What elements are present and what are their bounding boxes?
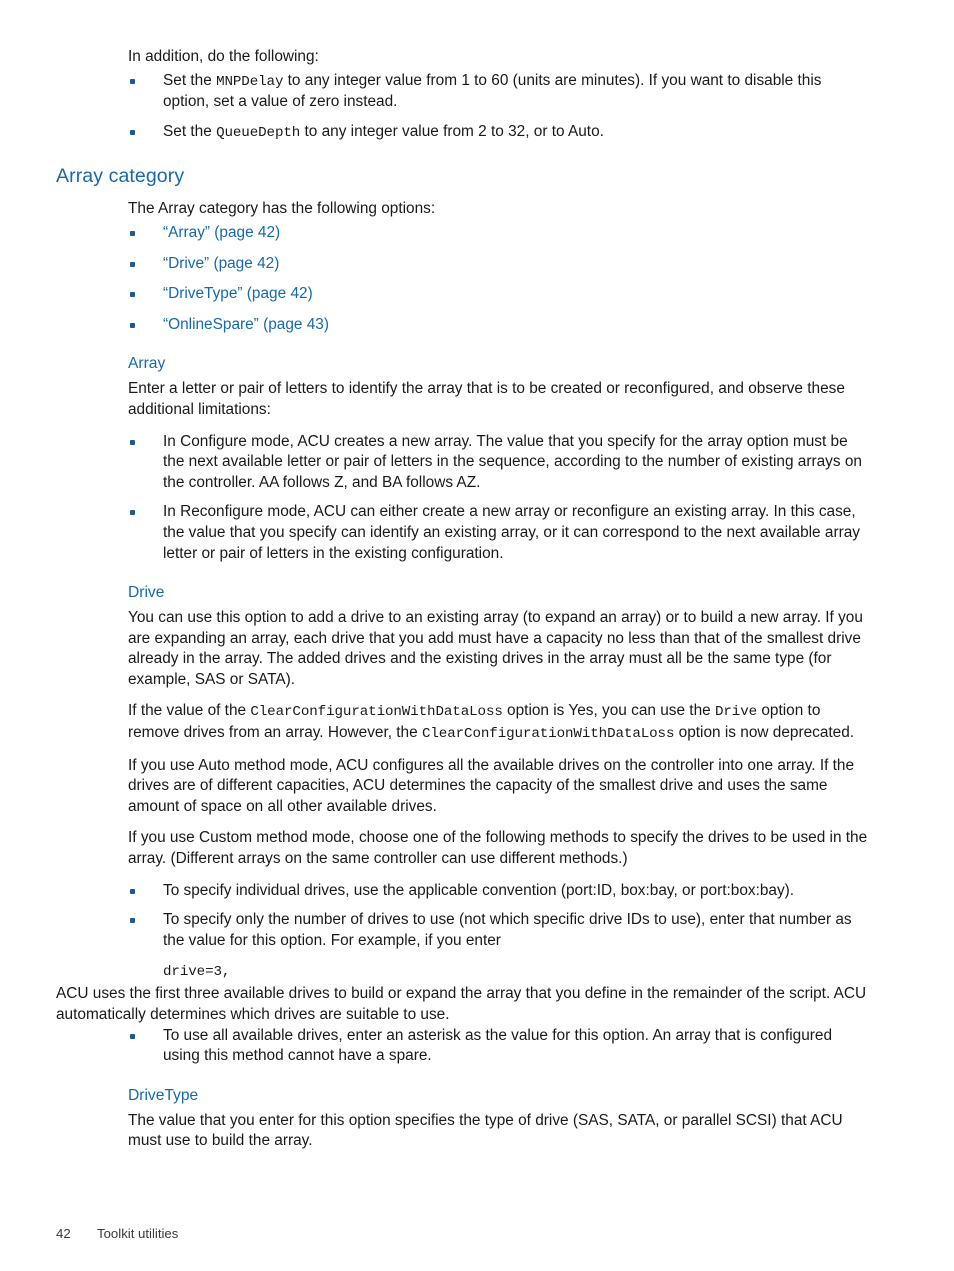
- bullet-dot-icon: [130, 510, 135, 516]
- list-item: To use all available drives, enter an as…: [128, 1026, 868, 1067]
- drive-p2-text-4: option is now deprecated.: [674, 724, 855, 742]
- xref-link-drive[interactable]: “Drive” (page 42): [163, 255, 279, 272]
- inline-code-mnpdelay: MNPDelay: [216, 73, 284, 90]
- drive-paragraph-1: You can use this option to add a drive t…: [128, 609, 863, 688]
- array-intro-paragraph: Enter a letter or pair of letters to ide…: [128, 380, 845, 418]
- list-item: “Array” (page 42): [128, 223, 868, 244]
- array-bullet-list: In Configure mode, ACU creates a new arr…: [56, 432, 868, 565]
- drive-method-bullet-list-2: To use all available drives, enter an as…: [56, 1026, 868, 1067]
- list-item: In Configure mode, ACU creates a new arr…: [128, 432, 868, 494]
- section-lead-paragraph: The Array category has the following opt…: [128, 200, 436, 218]
- bullet-dot-icon: [130, 918, 135, 924]
- bullet-dot-icon: [130, 439, 135, 445]
- list-item: “OnlineSpare” (page 43): [128, 315, 868, 336]
- bullet-dot-icon: [130, 888, 135, 894]
- drive-p2-text-2: option is Yes, you can use the: [502, 702, 715, 720]
- drive-bullet2-continuation: ACU uses the first three available drive…: [56, 985, 867, 1023]
- bullet-text-pre: Set the: [163, 122, 217, 140]
- bullet-text: In Reconfigure mode, ACU can either crea…: [163, 503, 860, 562]
- document-page: In addition, do the following: Set the M…: [0, 0, 954, 1271]
- bullet-dot-icon: [130, 230, 135, 236]
- page-footer: 42 Toolkit utilities: [56, 1225, 868, 1242]
- intro-bullet-list: Set the MNPDelay to any integer value fr…: [56, 71, 868, 144]
- intro-paragraph: In addition, do the following:: [128, 48, 319, 65]
- list-item: Set the QueueDepth to any integer value …: [128, 122, 868, 144]
- code-block-drive-equals-3: drive=3,: [163, 962, 868, 980]
- xref-link-array[interactable]: “Array” (page 42): [163, 224, 280, 241]
- subsection-heading-drive: Drive: [128, 584, 165, 602]
- list-item: In Reconfigure mode, ACU can either crea…: [128, 502, 868, 564]
- list-item: To specify individual drives, use the ap…: [128, 881, 868, 902]
- xref-link-drivetype[interactable]: “DriveType” (page 42): [163, 285, 313, 302]
- list-item: Set the MNPDelay to any integer value fr…: [128, 71, 868, 113]
- bullet-dot-icon: [130, 1033, 135, 1039]
- inline-code-clearconfig-1: ClearConfigurationWithDataLoss: [250, 704, 503, 721]
- code-text: drive=3,: [163, 964, 231, 981]
- bullet-text: To specify individual drives, use the ap…: [163, 881, 795, 899]
- bullet-dot-icon: [130, 322, 135, 328]
- bullet-text-pre: Set the: [163, 71, 217, 89]
- bullet-dot-icon: [130, 78, 135, 84]
- subsection-heading-array: Array: [128, 355, 166, 373]
- footer-page-number: 42: [56, 1226, 71, 1241]
- drive-paragraph-3: If you use Auto method mode, ACU configu…: [128, 756, 855, 815]
- drive-method-bullet-list: To specify individual drives, use the ap…: [56, 881, 868, 952]
- list-item: “Drive” (page 42): [128, 254, 868, 275]
- section-heading-array-category: Array category: [56, 165, 185, 188]
- bullet-text: To specify only the number of drives to …: [163, 911, 852, 949]
- bullet-text: In Configure mode, ACU creates a new arr…: [163, 432, 862, 491]
- drivetype-paragraph: The value that you enter for this option…: [128, 1111, 843, 1150]
- xref-link-onlinespare[interactable]: “OnlineSpare” (page 43): [163, 316, 329, 333]
- subsection-heading-drivetype: DriveType: [128, 1086, 199, 1104]
- inline-code-clearconfig-2: ClearConfigurationWithDataLoss: [421, 726, 675, 743]
- footer-chapter-title: Toolkit utilities: [97, 1226, 179, 1241]
- list-item: “DriveType” (page 42): [128, 284, 868, 305]
- inline-code-drive: Drive: [714, 704, 758, 721]
- list-item: To specify only the number of drives to …: [128, 910, 868, 951]
- bullet-text-post: to any integer value from 2 to 32, or to…: [300, 122, 604, 140]
- bullet-dot-icon: [130, 129, 135, 135]
- bullet-dot-icon: [130, 261, 135, 267]
- drive-p2-text-1: If the value of the: [128, 702, 251, 720]
- section-link-list: “Array” (page 42) “Drive” (page 42) “Dri…: [56, 223, 868, 335]
- drive-paragraph-2: If the value of the ClearConfigurationWi…: [128, 701, 868, 744]
- bullet-text: To use all available drives, enter an as…: [163, 1026, 833, 1065]
- inline-code-queuedepth: QueueDepth: [216, 124, 301, 141]
- page-content: In addition, do the following: Set the M…: [56, 47, 868, 1163]
- bullet-dot-icon: [130, 292, 135, 298]
- drive-paragraph-4: If you use Custom method mode, choose on…: [128, 829, 868, 868]
